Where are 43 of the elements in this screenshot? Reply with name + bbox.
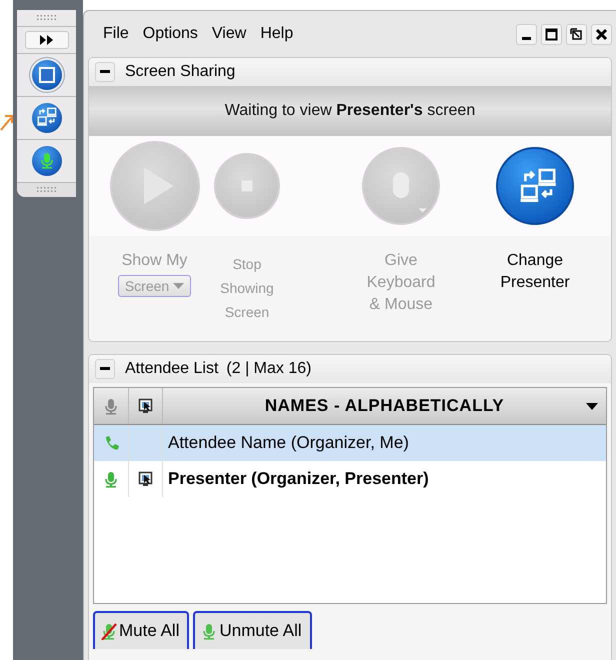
toolbar-button[interactable]: [30, 144, 64, 178]
section-title: Screen Sharing: [125, 63, 236, 81]
minus-icon: [100, 367, 110, 371]
menu-item[interactable]: Help: [253, 25, 300, 43]
attendee-name: Attendee Name (Organizer, Me): [168, 433, 409, 453]
mute-all-button[interactable]: Mute All: [93, 611, 190, 649]
phone-icon: [103, 434, 119, 452]
menu-item[interactable]: File: [96, 25, 136, 43]
collapse-button[interactable]: [95, 359, 115, 379]
switch-icon[interactable]: [495, 146, 575, 226]
attendee-row[interactable]: Attendee Name (Organizer, Me): [94, 425, 606, 461]
fast-forward-icon: [38, 35, 54, 45]
toolbar-button[interactable]: [30, 101, 64, 135]
microphone-icon: [201, 622, 218, 640]
close-icon: [591, 24, 612, 44]
collapse-button[interactable]: [95, 62, 115, 82]
section-title: Attendee List: [125, 360, 218, 378]
action-label: Show My: [122, 251, 188, 271]
presenter-icon: [138, 398, 153, 414]
menu-item[interactable]: Options: [136, 25, 205, 43]
action-label: Stop Showing Screen: [220, 255, 274, 322]
grip-icon: [36, 187, 56, 193]
attendee-row[interactable]: Presenter (Organizer, Presenter): [94, 461, 606, 497]
minimize-icon: [516, 24, 537, 44]
microphone-icon: [103, 470, 119, 488]
grip-icon: [36, 15, 56, 21]
unmute-all-button[interactable]: Unmute All: [193, 611, 312, 649]
maximize-icon: [541, 24, 562, 44]
status-message: Waiting to view Presenter's screen: [224, 102, 476, 120]
toolbar-button[interactable]: [30, 58, 64, 92]
attendee-count: (2 | Max 16): [226, 360, 312, 378]
attendee-name: Presenter (Organizer, Presenter): [168, 469, 429, 489]
menu-item[interactable]: View: [204, 25, 254, 43]
minus-icon: [100, 70, 110, 74]
expand-button[interactable]: [24, 31, 68, 49]
caret-icon: [173, 283, 184, 289]
pointer-arrow-icon: [0, 113, 13, 131]
action-label: Give Keyboard & Mouse: [366, 251, 436, 315]
action-label: Change Presenter: [500, 251, 570, 293]
sort-icon: [586, 403, 598, 410]
muted-microphone-icon: [101, 622, 117, 640]
microphone-icon: [103, 398, 119, 414]
restore-icon: [566, 24, 587, 44]
